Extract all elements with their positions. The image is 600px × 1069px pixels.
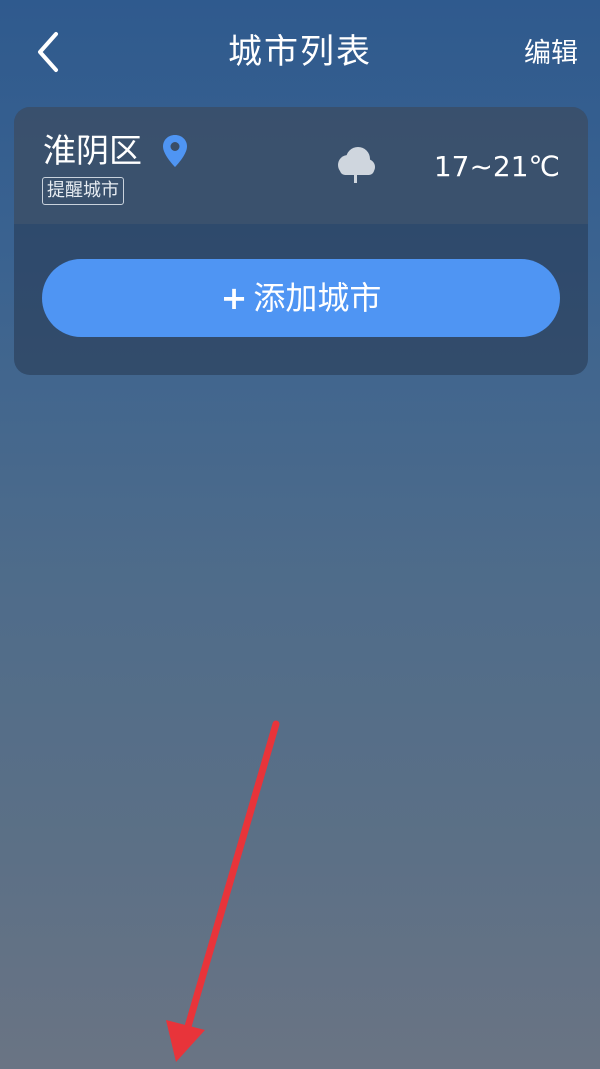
top-nav-bar: 城市列表 编辑 (0, 0, 600, 104)
city-name: 淮阴区 (43, 131, 142, 170)
location-pin-icon (163, 135, 187, 167)
city-list-card: 淮阴区 提醒城市 17~21℃ + 添加城市 (14, 107, 588, 375)
page-title: 城市列表 (228, 32, 372, 72)
plus-icon: + (220, 279, 248, 317)
edit-button[interactable]: 编辑 (524, 34, 578, 74)
reminder-city-badge: 提醒城市 (42, 177, 124, 205)
cloudy-icon (338, 147, 375, 183)
add-city-label: 添加城市 (253, 279, 382, 317)
add-city-button[interactable]: + 添加城市 (42, 259, 560, 337)
temperature-range: 17~21℃ (433, 150, 560, 183)
city-list-item[interactable]: 淮阴区 提醒城市 17~21℃ (14, 107, 588, 224)
